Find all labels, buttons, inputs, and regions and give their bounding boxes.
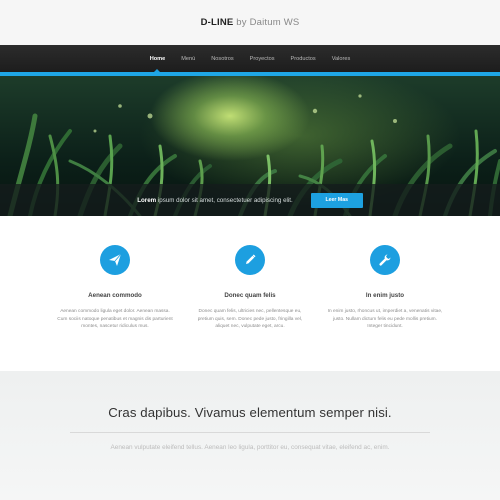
nav-item-nosotros[interactable]: Nosotros [203, 56, 241, 62]
hero-banner: Lorem ipsum dolor sit amet, consectetuer… [0, 76, 500, 216]
feature-title: In enim justo [365, 292, 405, 299]
feature-card: Aenean commodo Aenean commodo ligula ege… [55, 216, 175, 331]
site-header: D-LINE by Daitum WS [0, 0, 500, 45]
hero-lead-text: ipsum dolor sit amet, consectetuer adipi… [157, 196, 293, 204]
divider [70, 432, 430, 433]
tagline-heading: Cras dapibus. Vivamus elementum semper n… [108, 405, 392, 420]
brand-name: D-LINE [200, 17, 234, 28]
hero-lead-bold: Lorem [137, 196, 157, 204]
site-brand[interactable]: D-LINE by Daitum WS [0, 17, 500, 28]
nav-item-menu[interactable]: Menú [173, 56, 203, 62]
feature-title: Aenean commodo [88, 292, 142, 299]
tagline-subtext: Aenean vulputate eleifend tellus. Aenean… [110, 444, 390, 451]
nav-item-productos[interactable]: Productos [283, 56, 324, 62]
read-more-button[interactable]: Leer Mas [310, 192, 363, 208]
nav-item-valores[interactable]: Valores [324, 56, 359, 62]
nav-item-proyectos[interactable]: Proyectos [242, 56, 283, 62]
feature-card: In enim justo In enim justo, rhoncus ut,… [325, 216, 445, 331]
brand-suffix: by Daitum WS [236, 17, 300, 28]
paper-plane-icon[interactable] [100, 245, 130, 275]
main-nav: Home Menú Nosotros Proyectos Productos V… [0, 45, 500, 72]
nav-item-home[interactable]: Home [142, 56, 174, 62]
feature-card: Donec quam felis Donec quam felis, ultri… [190, 216, 310, 331]
feature-text: Donec quam felis, ultricies nec, pellent… [197, 309, 303, 330]
hero-text: Lorem ipsum dolor sit amet, consectetuer… [137, 197, 292, 204]
feature-text: In enim justo, rhoncus ut, imperdiet a, … [327, 309, 443, 330]
wrench-icon[interactable] [370, 245, 400, 275]
features-section: Aenean commodo Aenean commodo ligula ege… [0, 216, 500, 371]
feature-title: Donec quam felis [224, 292, 276, 299]
feature-text: Aenean commodo ligula eget dolor. Aenean… [57, 309, 173, 330]
hero-caption-bar: Lorem ipsum dolor sit amet, consectetuer… [0, 184, 500, 216]
pencil-icon[interactable] [235, 245, 265, 275]
tagline-section: Cras dapibus. Vivamus elementum semper n… [0, 371, 500, 500]
